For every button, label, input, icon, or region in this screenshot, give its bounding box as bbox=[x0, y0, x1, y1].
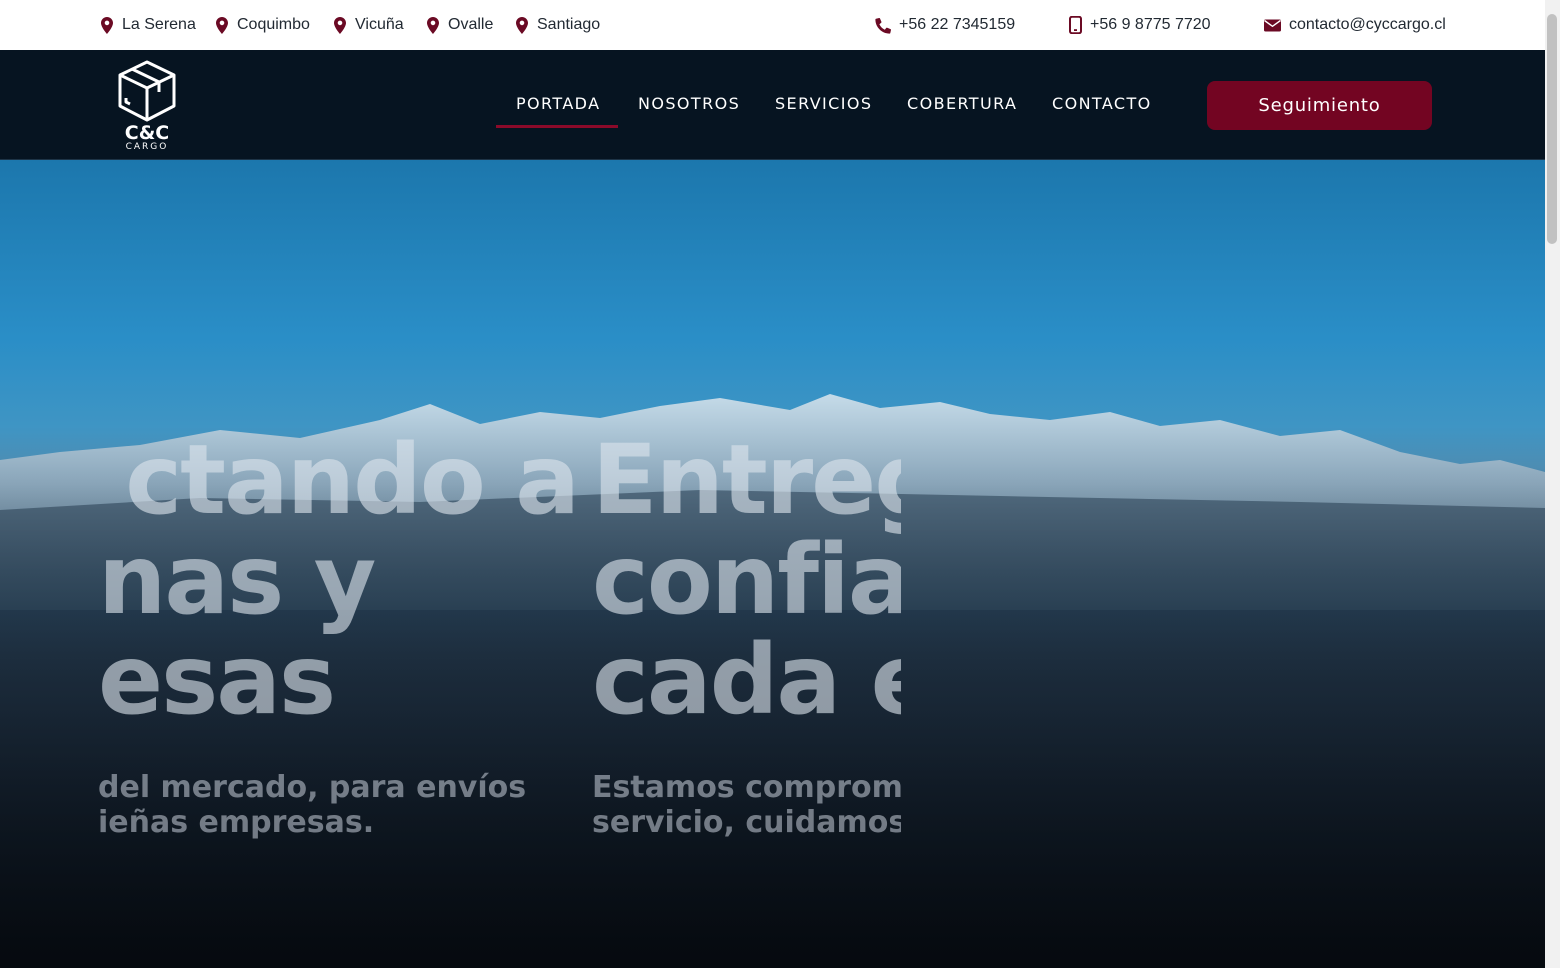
hero-slides-viewport: ctando a nas y esas del mercado, para en… bbox=[98, 430, 901, 850]
location-label: La Serena bbox=[122, 16, 196, 33]
nav-portada[interactable]: PORTADA bbox=[516, 94, 600, 116]
slide-subtitle-line: Estamos comprom bbox=[592, 770, 901, 805]
brand-logo[interactable]: C&C CARGO bbox=[116, 59, 178, 153]
top-info-bar: La Serena Coquimbo Vicuña Ovalle Santiag… bbox=[0, 0, 1545, 50]
nav-nosotros[interactable]: NOSOTROS bbox=[638, 94, 740, 116]
nav-active-indicator bbox=[496, 125, 618, 128]
map-pin-icon bbox=[101, 16, 113, 34]
nav-cobertura[interactable]: COBERTURA bbox=[907, 94, 1017, 116]
email-link[interactable]: contacto@cyccargo.cl bbox=[1264, 15, 1446, 35]
hero-slide-previous: ctando a nas y esas del mercado, para en… bbox=[98, 430, 580, 840]
location-santiago[interactable]: Santiago bbox=[516, 15, 600, 35]
tracking-button[interactable]: Seguimiento bbox=[1207, 81, 1432, 130]
location-coquimbo[interactable]: Coquimbo bbox=[216, 15, 310, 35]
envelope-icon bbox=[1264, 19, 1281, 31]
slide-subtitle-line: del mercado, para envíos bbox=[98, 770, 527, 805]
map-pin-icon bbox=[216, 16, 228, 34]
slide-heading-line: cada e bbox=[592, 624, 901, 736]
nav-contacto[interactable]: CONTACTO bbox=[1052, 94, 1152, 116]
box-logo-icon bbox=[118, 60, 176, 122]
nav-servicios[interactable]: SERVICIOS bbox=[775, 94, 872, 116]
slide-heading-line: Entreg bbox=[592, 430, 901, 536]
hero-slider: ctando a nas y esas del mercado, para en… bbox=[0, 160, 1545, 968]
brand-subtitle: CARGO bbox=[125, 142, 169, 152]
mobile-link[interactable]: +56 9 8775 7720 bbox=[1069, 15, 1211, 35]
map-pin-icon bbox=[516, 16, 528, 34]
location-ovalle[interactable]: Ovalle bbox=[427, 15, 493, 35]
map-pin-icon bbox=[334, 16, 346, 34]
page-scrollbar-thumb[interactable] bbox=[1547, 14, 1557, 244]
phone-link[interactable]: +56 22 7345159 bbox=[874, 15, 1015, 35]
main-header: C&C CARGO PORTADA NOSOTROS SERVICIOS COB… bbox=[0, 50, 1545, 160]
slide-heading-line: ctando a bbox=[125, 430, 580, 536]
slide-heading-line: confia bbox=[592, 524, 901, 636]
location-label: Ovalle bbox=[448, 16, 494, 33]
brand-name: C&C bbox=[124, 122, 170, 144]
location-label: Santiago bbox=[537, 16, 601, 33]
location-la-serena[interactable]: La Serena bbox=[101, 15, 196, 35]
slide-subtitle-line: servicio, cuidamos bbox=[592, 805, 901, 840]
slide-heading-line: esas bbox=[98, 624, 336, 736]
location-label: Vicuña bbox=[355, 16, 404, 33]
location-label: Coquimbo bbox=[237, 16, 310, 33]
phone-number: +56 22 7345159 bbox=[899, 16, 1016, 33]
map-pin-icon bbox=[427, 16, 439, 34]
phone-icon bbox=[875, 17, 891, 34]
location-vicuna[interactable]: Vicuña bbox=[334, 15, 404, 35]
slide-subtitle-line: ieñas empresas. bbox=[98, 805, 375, 840]
slide-heading-line: nas y bbox=[98, 524, 376, 636]
mobile-icon bbox=[1069, 16, 1082, 34]
mobile-number: +56 9 8775 7720 bbox=[1090, 16, 1211, 33]
hero-slide-current: Entreg confia cada e Estamos comprom ser… bbox=[592, 430, 901, 840]
email-address: contacto@cyccargo.cl bbox=[1289, 16, 1446, 33]
